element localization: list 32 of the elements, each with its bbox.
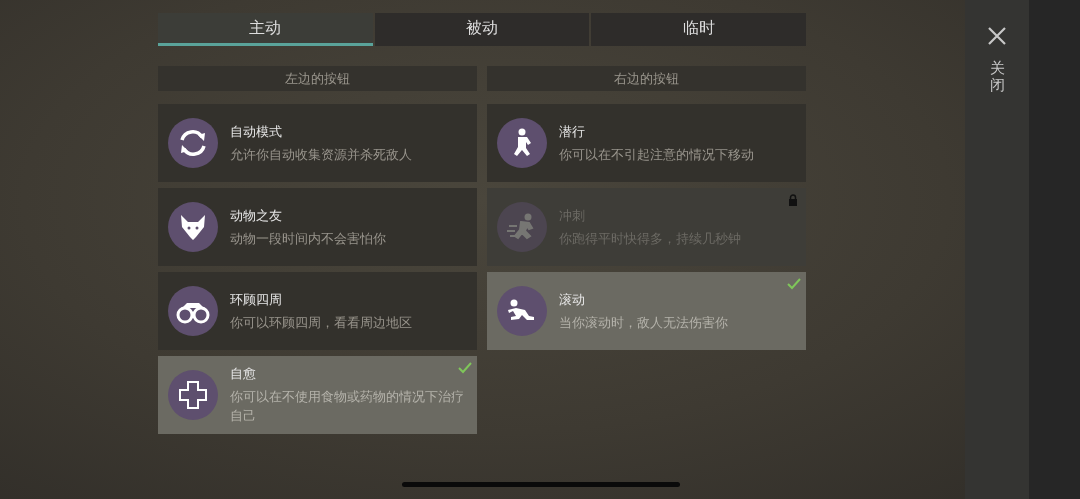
lock-icon [788,194,798,206]
binoculars-icon [168,286,218,336]
running-figure-icon [497,202,547,252]
cross-icon [168,370,218,420]
column-header: 左边的按钮 [158,66,477,91]
skill-card[interactable]: 滚动 当你滚动时，敌人无法伤害你 [487,272,806,350]
skill-card[interactable]: 潜行 你可以在不引起注意的情况下移动 [487,104,806,182]
skill-description: 允许你自动收集资源并杀死敌人 [230,145,412,164]
checkmark-icon [787,278,801,290]
skill-title: 自愈 [230,365,257,383]
skill-title: 自动模式 [230,122,283,141]
skill-description: 当你滚动时，敌人无法伤害你 [559,313,728,332]
skill-card[interactable]: 自动模式 允许你自动收集资源并杀死敌人 [158,104,477,182]
skill-description: 你可以环顾四周，看看周边地区 [230,313,412,332]
skill-title: 动物之友 [230,206,283,225]
skill-description: 你可以在不引起注意的情况下移动 [559,145,754,164]
skill-title: 滚动 [559,290,586,309]
tab[interactable]: 主动 [158,13,373,46]
skill-description: 你可以在不使用食物或药物的情况下治疗自己 [230,388,465,425]
close-icon [987,26,1007,46]
skill-card[interactable]: 环顾四周 你可以环顾四周，看看周边地区 [158,272,477,350]
rolling-figure-icon [497,286,547,336]
checkmark-icon [458,362,472,374]
close-button[interactable]: 关闭 [987,26,1007,93]
column-header: 右边的按钮 [487,66,806,91]
refresh-icon [168,118,218,168]
skill-card[interactable]: 自愈 你可以在不使用食物或药物的情况下治疗自己 [158,356,477,434]
tab[interactable]: 被动 [374,13,590,46]
tab[interactable]: 临时 [591,13,806,46]
fox-icon [168,202,218,252]
skill-title: 环顾四周 [230,290,283,309]
skill-title: 潜行 [559,122,586,141]
